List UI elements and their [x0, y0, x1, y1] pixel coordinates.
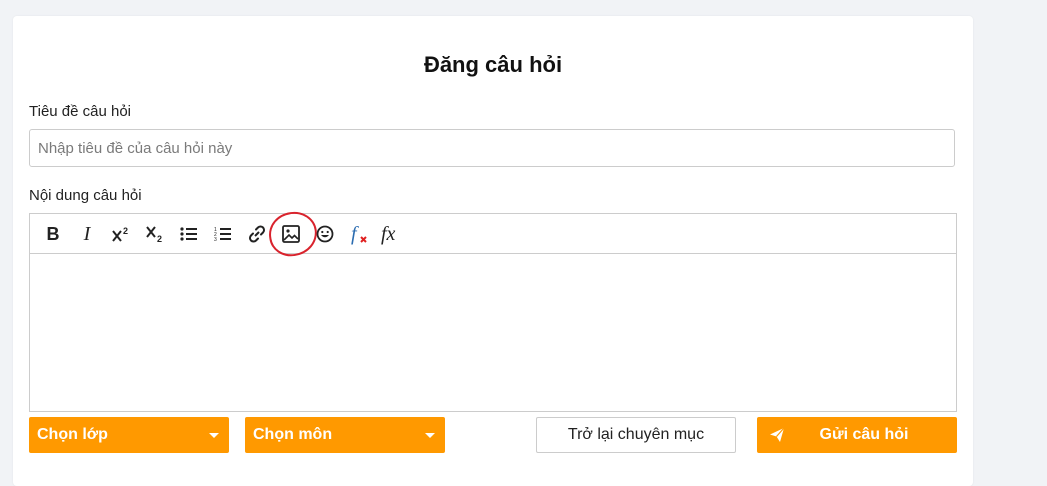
emoji-icon: [316, 225, 334, 242]
svg-text:fx: fx: [381, 223, 396, 245]
subscript-icon: 2: [146, 225, 162, 243]
emoji-button[interactable]: [308, 219, 342, 249]
link-button[interactable]: [240, 219, 274, 249]
formula-remove-icon: f: [351, 223, 367, 245]
bold-icon: B: [46, 223, 60, 244]
subject-select-label: Chọn môn: [253, 426, 333, 443]
bold-button[interactable]: B: [36, 219, 70, 249]
italic-button[interactable]: I: [70, 219, 104, 249]
question-title-input[interactable]: [29, 129, 955, 167]
italic-icon: I: [83, 222, 91, 245]
link-icon: [248, 224, 266, 243]
question-form-card: Đăng câu hỏi Tiêu đề câu hỏi Nội dung câ…: [13, 16, 973, 486]
numbered-list-icon: 1 2 3: [214, 227, 231, 242]
bulleted-list-button[interactable]: [172, 219, 206, 249]
back-to-category-button[interactable]: Trở lại chuyên mục: [536, 417, 736, 453]
submit-question-button[interactable]: Gửi câu hỏi: [757, 417, 957, 453]
chevron-down-icon: [425, 433, 435, 438]
superscript-icon: 2: [112, 226, 128, 242]
numbered-list-button[interactable]: 1 2 3: [206, 219, 240, 249]
formula-remove-button[interactable]: f: [342, 219, 376, 249]
title-label: Tiêu đề câu hỏi: [29, 103, 132, 120]
chevron-down-icon: [209, 433, 219, 438]
svg-text:2: 2: [123, 226, 128, 236]
bulleted-list-icon: [180, 226, 197, 241]
submit-button-label: Gửi câu hỏi: [819, 426, 909, 443]
formula-icon: fx: [381, 223, 396, 245]
svg-text:2: 2: [157, 234, 162, 243]
editor-content-area[interactable]: [30, 254, 956, 412]
back-button-label: Trở lại chuyên mục: [567, 426, 705, 443]
image-icon: [282, 224, 300, 243]
superscript-button[interactable]: 2: [104, 219, 138, 249]
subscript-button[interactable]: 2: [138, 219, 172, 249]
class-select[interactable]: Chọn lớp: [29, 417, 229, 453]
image-button[interactable]: [266, 208, 320, 259]
formula-button[interactable]: fx: [376, 219, 410, 249]
page-title: Đăng câu hỏi: [423, 52, 563, 77]
editor-toolbar: B I 2 2 1 2 3 f fx: [30, 208, 956, 259]
class-select-label: Chọn lớp: [37, 426, 108, 443]
subject-select[interactable]: Chọn môn: [245, 417, 445, 453]
svg-text:3: 3: [214, 237, 217, 242]
content-label: Nội dung câu hỏi: [29, 187, 142, 204]
rich-text-editor: B I 2 2 1 2 3 f fx: [29, 208, 957, 412]
svg-text:f: f: [351, 223, 359, 245]
